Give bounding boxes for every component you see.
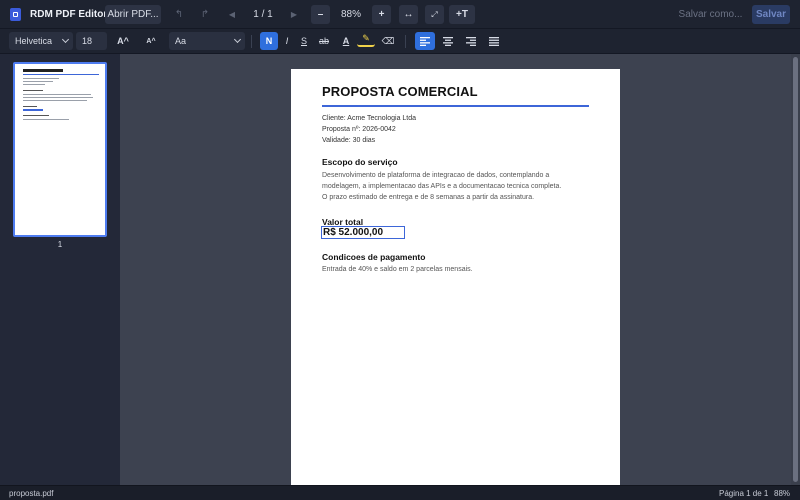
scope-heading[interactable]: Escopo do serviço: [322, 157, 398, 167]
scope-text-line[interactable]: O prazo estimado de entrega e de 8 seman…: [322, 194, 534, 201]
undo-icon[interactable]: ↰: [170, 5, 188, 24]
scope-text-line[interactable]: modelagem, a implementacao das APIs e a …: [322, 183, 561, 190]
thumbnail-text-line: [23, 115, 49, 116]
align-center-icon[interactable]: [438, 32, 458, 50]
underline-button[interactable]: S: [296, 32, 312, 50]
page-indicator: 1 / 1: [253, 9, 273, 20]
font-size-input[interactable]: 18: [76, 32, 107, 50]
app-title: RDM PDF Editor: [30, 9, 108, 20]
save-as-button[interactable]: Salvar como...: [677, 5, 744, 24]
decrease-size-button[interactable]: A^: [141, 32, 161, 50]
thumbnail-text-line: [23, 94, 91, 95]
thumbnail-rule: [23, 74, 99, 75]
thumbnail-text-line: [23, 119, 69, 120]
align-justify-icon[interactable]: [484, 32, 504, 50]
increase-size-button[interactable]: A^: [112, 32, 134, 50]
status-bar: proposta.pdf Página 1 de 1 88%: [0, 485, 800, 500]
total-value[interactable]: R$ 52.000,00: [323, 227, 383, 238]
proposal-number-line[interactable]: Proposta nº: 2026-0042: [322, 126, 396, 133]
bold-button[interactable]: N: [260, 32, 278, 50]
document-canvas[interactable]: PROPOSTA COMERCIAL Cliente: Acme Tecnolo…: [120, 54, 791, 489]
title-underline-rule: [322, 105, 589, 107]
zoom-in-button[interactable]: +: [372, 5, 391, 24]
thumbnail-text-line: [23, 78, 59, 79]
document-title[interactable]: PROPOSTA COMERCIAL: [322, 84, 478, 99]
chevron-down-icon: [233, 35, 242, 44]
thumbnail-text-line: [23, 84, 45, 85]
align-left-icon[interactable]: [415, 32, 435, 50]
align-right-icon[interactable]: [461, 32, 481, 50]
status-page-info: Página 1 de 1: [719, 489, 769, 498]
status-filename: proposta.pdf: [9, 489, 54, 498]
thumbnail-text-line: [23, 97, 93, 98]
thumbnail-text-line: [23, 109, 43, 111]
vertical-scrollbar[interactable]: [791, 54, 800, 485]
app-logo-icon: [10, 8, 21, 21]
font-size-value: 18: [82, 36, 93, 46]
main-toolbar: RDM PDF Editor Abrir PDF... ↰ ↱ ◀ 1 / 1 …: [0, 0, 800, 29]
text-color-button[interactable]: A: [338, 32, 354, 50]
selected-text-box[interactable]: R$ 52.000,00: [321, 226, 405, 239]
scope-text-line[interactable]: Desenvolvimento de plataforma de integra…: [322, 172, 549, 179]
next-page-icon[interactable]: ▶: [285, 5, 303, 24]
prev-page-icon[interactable]: ◀: [223, 5, 241, 24]
thumbnail-text-line: [23, 100, 87, 101]
scrollbar-thumb[interactable]: [793, 57, 798, 482]
status-zoom: 88%: [774, 489, 791, 498]
expand-icon[interactable]: ⤢: [425, 5, 444, 24]
toolbar-divider: [405, 35, 406, 48]
style-preset-value: Aa: [175, 36, 187, 46]
payment-text-line[interactable]: Entrada de 40% e saldo em 2 parcelas men…: [322, 266, 473, 273]
page-thumbnail[interactable]: [13, 62, 107, 237]
thumbnail-text-line: [23, 106, 37, 107]
client-line[interactable]: Cliente: Acme Tecnologia Ltda: [322, 115, 416, 122]
italic-button[interactable]: I: [279, 32, 295, 50]
thumbnail-text-line: [23, 90, 43, 91]
save-button[interactable]: Salvar: [752, 5, 790, 24]
payment-heading[interactable]: Condicoes de pagamento: [322, 252, 425, 262]
add-text-button[interactable]: +T: [449, 5, 475, 24]
font-family-value: Helvetica: [15, 36, 53, 46]
thumbnail-page-number: 1: [57, 240, 63, 249]
strikethrough-button[interactable]: ab: [314, 32, 334, 50]
zoom-level: 88%: [340, 9, 361, 20]
pdf-page[interactable]: PROPOSTA COMERCIAL Cliente: Acme Tecnolo…: [291, 69, 620, 489]
thumbnail-text-line: [23, 81, 53, 82]
highlight-icon[interactable]: ✎: [357, 32, 375, 47]
chevron-down-icon: [61, 35, 70, 44]
format-toolbar: Helvetica 18 A^ A^ Aa N I S ab A ✎ ⌫: [0, 29, 800, 54]
style-preset-select[interactable]: Aa: [169, 32, 245, 50]
thumbnail-title-line: [23, 69, 63, 72]
open-pdf-button[interactable]: Abrir PDF...: [105, 5, 161, 24]
validity-line[interactable]: Validade: 30 dias: [322, 137, 375, 144]
toolbar-divider: [251, 35, 252, 48]
clear-format-icon[interactable]: ⌫: [379, 32, 397, 50]
fit-width-icon[interactable]: ↔: [399, 5, 418, 24]
font-family-select[interactable]: Helvetica: [9, 32, 73, 50]
zoom-out-button[interactable]: –: [311, 5, 330, 24]
page-thumbnails-panel: 1: [0, 54, 120, 485]
redo-icon[interactable]: ↱: [196, 5, 214, 24]
